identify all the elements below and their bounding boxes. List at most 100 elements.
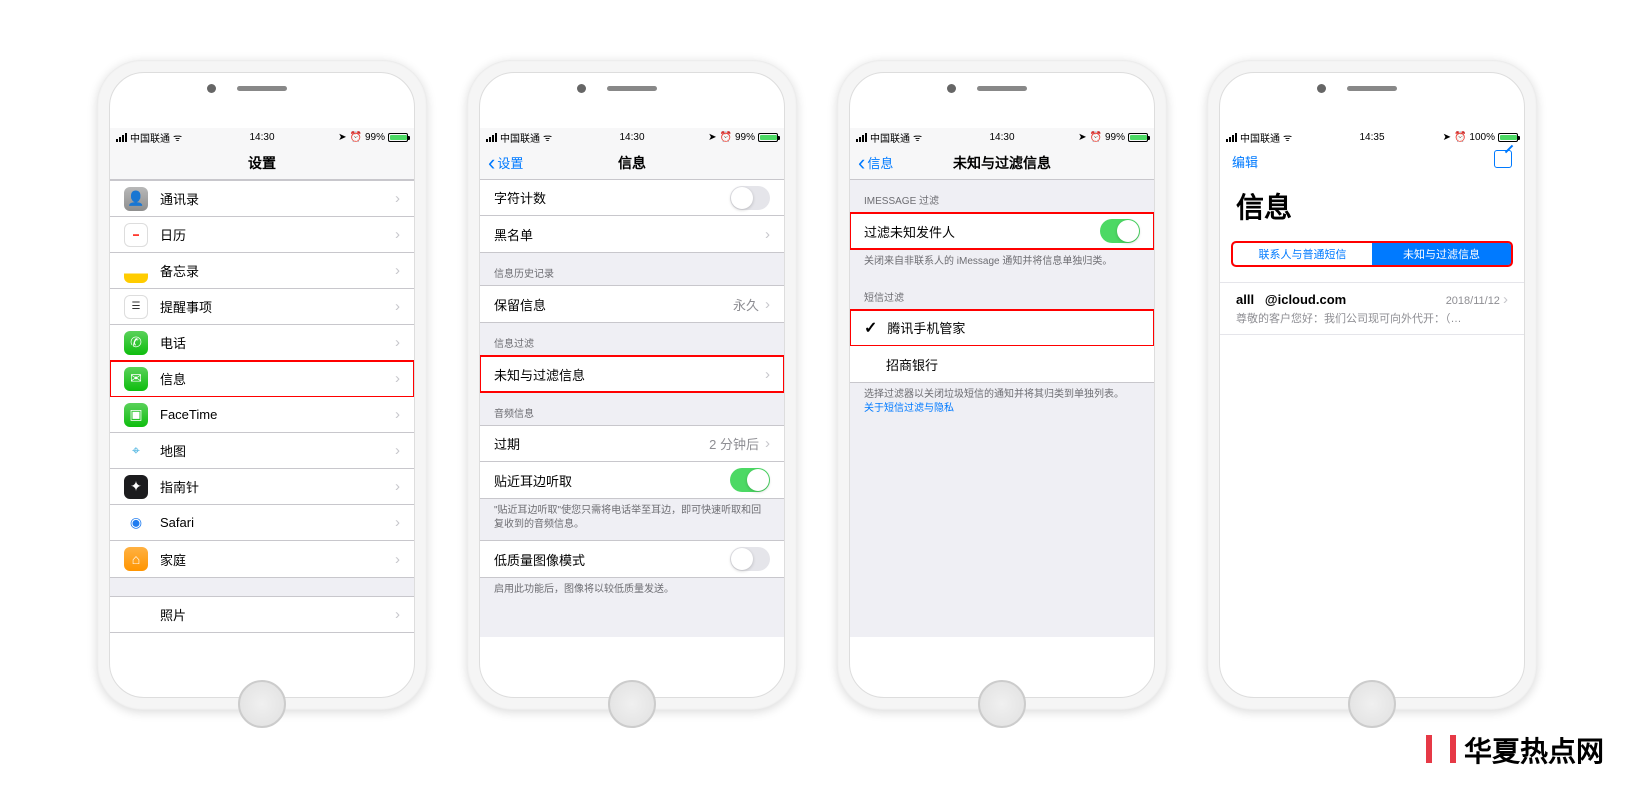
- row-notes[interactable]: 备忘录›: [110, 253, 414, 289]
- chevron-right-icon: ›: [395, 478, 400, 495]
- section-header: 短信过滤: [850, 277, 1154, 309]
- compose-icon: [1494, 150, 1512, 168]
- alarm-icon: ⏰: [720, 132, 732, 143]
- low-quality-switch[interactable]: [730, 547, 770, 571]
- section-header: 信息历史记录: [480, 253, 784, 285]
- row-low-quality[interactable]: 低质量图像模式: [480, 541, 784, 577]
- row-safari[interactable]: ◉Safari›: [110, 505, 414, 541]
- back-button[interactable]: 信息: [858, 153, 893, 172]
- raise-listen-switch[interactable]: [730, 468, 770, 492]
- calendar-icon: ▬: [124, 223, 148, 247]
- row-keep-messages[interactable]: 保留信息永久›: [480, 286, 784, 322]
- carrier: 中国联通: [130, 130, 170, 145]
- row-compass[interactable]: ✦指南针›: [110, 469, 414, 505]
- row-char-count[interactable]: 字符计数: [480, 180, 784, 216]
- status-bar: 中国联通ᯤ 14:30 ➤⏰99%: [480, 128, 784, 146]
- wifi-icon: ᯤ: [913, 130, 922, 144]
- phone-1: 中国联通ᯤ 14:30 ➤⏰99% 设置 👤通讯录› ▬日历› 备忘录› ☰提醒…: [97, 60, 427, 710]
- row-contacts[interactable]: 👤通讯录›: [110, 181, 414, 217]
- messages-icon: ✉: [124, 367, 148, 391]
- row-home[interactable]: ⌂家庭›: [110, 541, 414, 577]
- row-facetime[interactable]: ▣FaceTime›: [110, 397, 414, 433]
- char-count-switch[interactable]: [730, 186, 770, 210]
- tab-contacts[interactable]: 联系人与普通短信: [1233, 243, 1372, 265]
- row-cmb[interactable]: 招商银行: [850, 346, 1154, 382]
- home-button[interactable]: [608, 680, 656, 728]
- status-bar: 中国联通ᯤ 14:30 ➤ ⏰99%: [110, 128, 414, 146]
- alarm-icon: ⏰: [1454, 132, 1466, 143]
- message-date: 2018/11/12 ›: [1446, 291, 1508, 308]
- chevron-right-icon: ›: [395, 370, 400, 387]
- compose-button[interactable]: [1494, 150, 1512, 173]
- status-bar: 中国联通ᯤ 14:30 ➤⏰99%: [850, 128, 1154, 146]
- row-calendar[interactable]: ▬日历›: [110, 217, 414, 253]
- watermark-text: 华夏热点网: [1464, 730, 1604, 770]
- chevron-right-icon: ›: [395, 514, 400, 531]
- home-icon: ⌂: [124, 547, 148, 571]
- nav-bar: 信息 未知与过滤信息: [850, 146, 1154, 180]
- row-tencent[interactable]: ✓腾讯手机管家: [850, 310, 1154, 346]
- chevron-right-icon: ›: [395, 606, 400, 623]
- section-footer: 关闭来自非联系人的 iMessage 通知并将信息单独归类。: [850, 250, 1154, 277]
- page-title: 信息: [1220, 176, 1524, 236]
- message-row[interactable]: alll @icloud.com 2018/11/12 › 尊敬的客户您好：我们…: [1220, 282, 1524, 335]
- chevron-right-icon: ›: [765, 226, 770, 243]
- row-raise-to-listen[interactable]: 贴近耳边听取: [480, 462, 784, 498]
- message-preview: 尊敬的客户您好：我们公司现可向外代开：（…: [1236, 310, 1508, 326]
- photos-icon: ❀: [124, 603, 148, 627]
- section-header: 音频信息: [480, 393, 784, 425]
- location-icon: ➤: [1443, 132, 1451, 143]
- phone-4: 中国联通ᯤ 14:35 ➤⏰100% 编辑 信息 联系人与普通短信 未知与过滤信…: [1207, 60, 1537, 710]
- chevron-right-icon: ›: [765, 366, 770, 383]
- segmented-control: 联系人与普通短信 未知与过滤信息: [1232, 242, 1512, 266]
- home-button[interactable]: [1348, 680, 1396, 728]
- battery-pct: 99%: [365, 132, 385, 143]
- maps-icon: ⌖: [124, 439, 148, 463]
- home-button[interactable]: [978, 680, 1026, 728]
- wifi-icon: ᯤ: [173, 130, 182, 144]
- chevron-right-icon: ›: [395, 334, 400, 351]
- row-reminders[interactable]: ☰提醒事项›: [110, 289, 414, 325]
- chevron-right-icon: ›: [395, 190, 400, 207]
- status-bar: 中国联通ᯤ 14:35 ➤⏰100%: [1220, 128, 1524, 146]
- chevron-right-icon: ›: [395, 226, 400, 243]
- nav-bar: 设置 信息: [480, 146, 784, 180]
- phone-icon: ✆: [124, 331, 148, 355]
- alarm-icon: ⏰: [1090, 132, 1102, 143]
- chevron-right-icon: ›: [395, 442, 400, 459]
- alarm-icon: ⏰: [350, 132, 362, 143]
- edit-button[interactable]: 编辑: [1232, 152, 1258, 171]
- row-filter-unknown-sender[interactable]: 过滤未知发件人: [850, 213, 1154, 249]
- compass-icon: ✦: [124, 475, 148, 499]
- chevron-right-icon: ›: [395, 551, 400, 568]
- row-messages[interactable]: ✉信息›: [110, 361, 414, 397]
- phone-2: 中国联通ᯤ 14:30 ➤⏰99% 设置 信息 字符计数 黑名单› 信息历史记录…: [467, 60, 797, 710]
- privacy-link[interactable]: 关于短信过滤与隐私: [864, 403, 954, 414]
- row-blacklist[interactable]: 黑名单›: [480, 216, 784, 252]
- status-time: 14:30: [249, 132, 274, 143]
- row-photos[interactable]: ❀照片›: [110, 597, 414, 633]
- safari-icon: ◉: [124, 511, 148, 535]
- location-icon: ➤: [708, 132, 716, 143]
- row-phone[interactable]: ✆电话›: [110, 325, 414, 361]
- page-title: 未知与过滤信息: [953, 153, 1051, 173]
- chevron-right-icon: ›: [395, 298, 400, 315]
- watermark: 华夏热点网: [1426, 730, 1604, 770]
- back-button[interactable]: 设置: [488, 153, 523, 172]
- page-title: 信息: [618, 153, 646, 173]
- check-icon: ✓: [864, 318, 877, 338]
- row-maps[interactable]: ⌖地图›: [110, 433, 414, 469]
- section-footer: 选择过滤器以关闭垃圾短信的通知并将其归类到单独列表。关于短信过滤与隐私: [850, 383, 1154, 424]
- location-icon: ➤: [338, 132, 346, 143]
- wifi-icon: ᯤ: [543, 130, 552, 144]
- facetime-icon: ▣: [124, 403, 148, 427]
- row-filter-unknown[interactable]: 未知与过滤信息›: [480, 356, 784, 392]
- filter-unknown-switch[interactable]: [1100, 219, 1140, 243]
- tab-filtered[interactable]: 未知与过滤信息: [1372, 243, 1511, 265]
- row-expire[interactable]: 过期2 分钟后›: [480, 426, 784, 462]
- chevron-right-icon: ›: [765, 435, 770, 452]
- row-camera[interactable]: 📷相机›: [110, 633, 414, 637]
- reminders-icon: ☰: [124, 295, 148, 319]
- location-icon: ➤: [1078, 132, 1086, 143]
- home-button[interactable]: [238, 680, 286, 728]
